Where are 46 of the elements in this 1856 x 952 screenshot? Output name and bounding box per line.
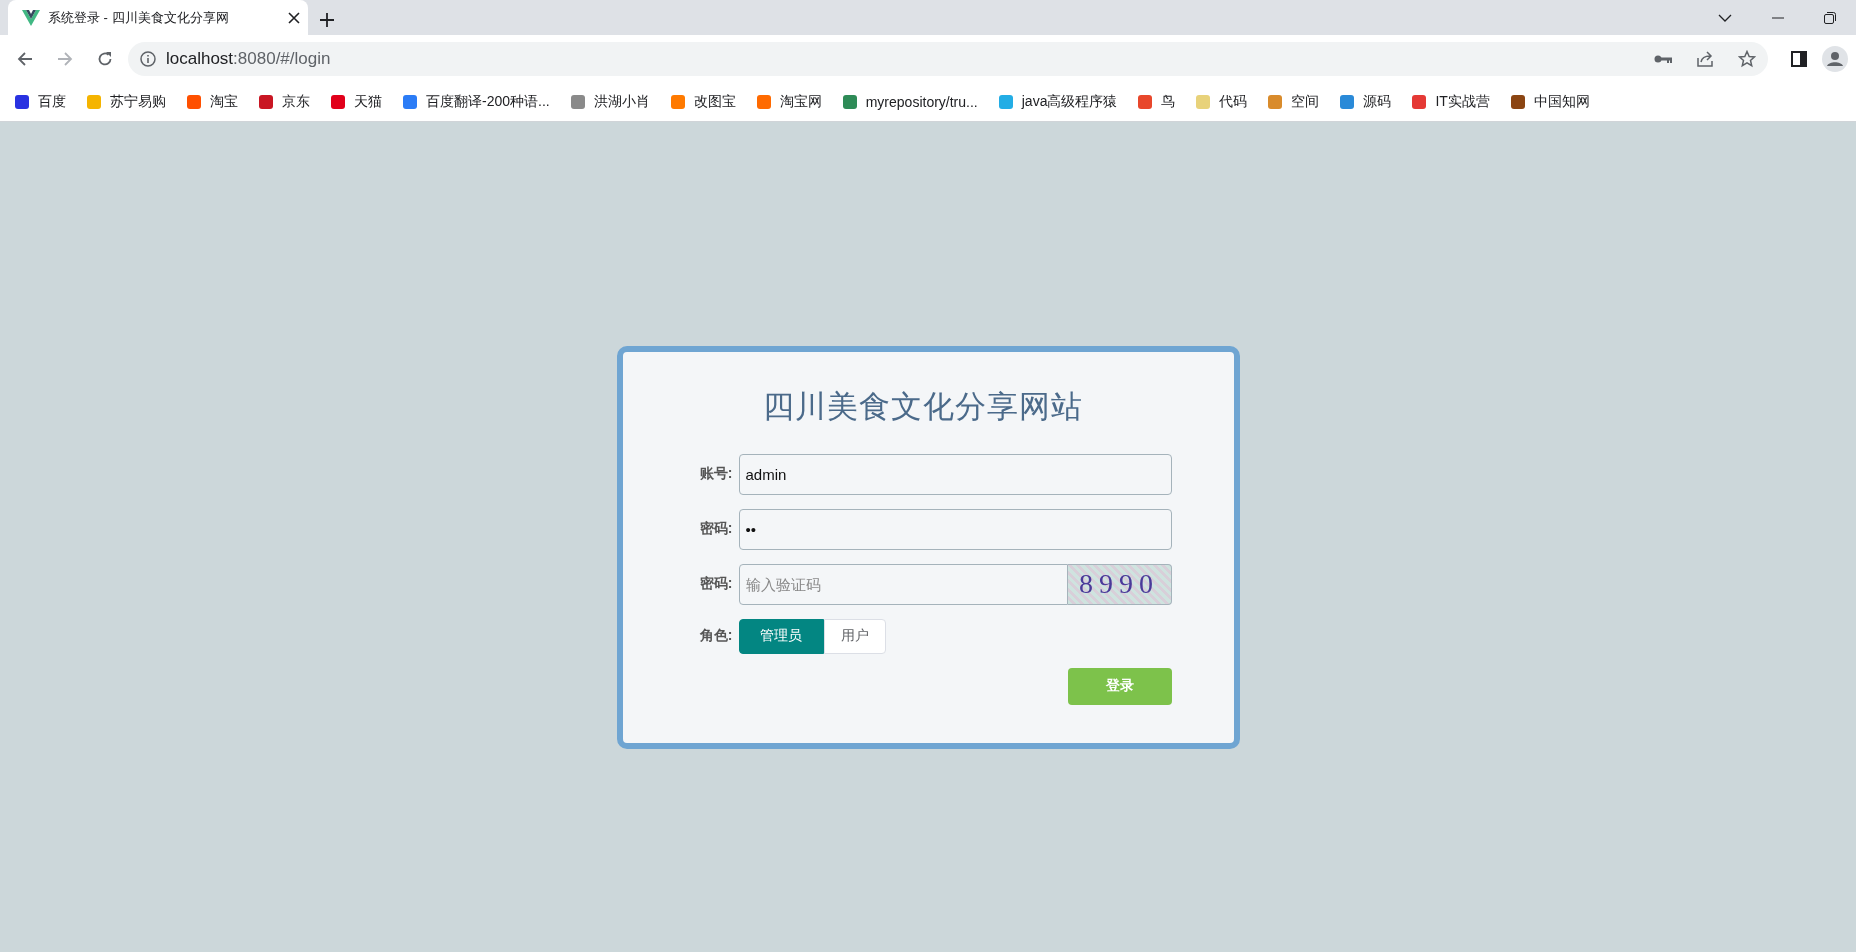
field-label: 密码: — [698, 520, 734, 538]
bookmark[interactable]: 淘宝网 — [747, 89, 830, 115]
bookmark[interactable]: java高级程序猿 — [989, 89, 1126, 115]
role-option[interactable]: 管理员 — [738, 618, 824, 654]
url-text: localhost:8080/#/login — [166, 49, 332, 69]
bookmark[interactable]: 改图宝 — [661, 89, 744, 115]
minimize-icon[interactable] — [1772, 16, 1784, 19]
chevron-down-icon[interactable] — [1718, 13, 1732, 22]
bookmark[interactable]: 天猫 — [322, 89, 390, 115]
bookmark[interactable]: 百度翻译-200种语... — [394, 89, 558, 115]
side-panel-icon[interactable] — [1791, 51, 1807, 67]
bookmark[interactable]: 淘宝 — [178, 89, 246, 115]
captcha-image[interactable]: 8990 — [1067, 563, 1172, 605]
field-label: 角色: — [698, 627, 734, 645]
tab-title: 系统登录 - 四川美食文化分享网 — [48, 8, 230, 27]
input-field[interactable]: •• — [738, 508, 1172, 550]
bookmark[interactable]: myrepository/tru... — [833, 90, 986, 114]
restore-icon[interactable] — [1824, 11, 1836, 24]
bookmark[interactable]: 洪湖小肖 — [561, 89, 658, 115]
profile-icon[interactable] — [1822, 46, 1848, 72]
input-field[interactable]: admin — [738, 453, 1172, 495]
bookmark[interactable]: 苏宁易购 — [78, 89, 174, 115]
bookmark[interactable]: IT实战营 — [1403, 89, 1498, 115]
bookmark[interactable]: 百度 — [6, 89, 74, 115]
star-icon[interactable] — [1738, 50, 1756, 68]
vue-logo-icon — [22, 9, 40, 26]
bookmark[interactable]: 鸟 — [1129, 89, 1184, 115]
reload-icon[interactable] — [97, 51, 113, 67]
back-icon[interactable] — [17, 51, 33, 67]
share-icon[interactable] — [1696, 51, 1714, 67]
new-tab-icon[interactable] — [320, 13, 334, 27]
info-icon — [140, 51, 156, 67]
captcha-input-field[interactable]: 输入验证码 — [738, 563, 1068, 605]
site-title: 四川美食文化分享网站 — [762, 386, 1084, 426]
browser-tab[interactable]: 系统登录 - 四川美食文化分享网 — [8, 0, 308, 35]
close-icon[interactable] — [288, 11, 300, 24]
field-label: 账号: — [698, 465, 734, 483]
bookmark[interactable]: 空间 — [1259, 89, 1328, 115]
bookmark[interactable]: 代码 — [1187, 89, 1256, 115]
key-icon[interactable] — [1654, 54, 1672, 64]
bookmark[interactable]: 源码 — [1331, 89, 1400, 115]
field-label: 密码: — [698, 575, 734, 593]
bookmark[interactable]: 京东 — [250, 89, 318, 115]
role-option[interactable]: 用户 — [823, 618, 886, 654]
address-bar[interactable]: localhost:8080/#/login — [128, 42, 1768, 76]
bookmark[interactable]: 中国知网 — [1501, 89, 1598, 115]
